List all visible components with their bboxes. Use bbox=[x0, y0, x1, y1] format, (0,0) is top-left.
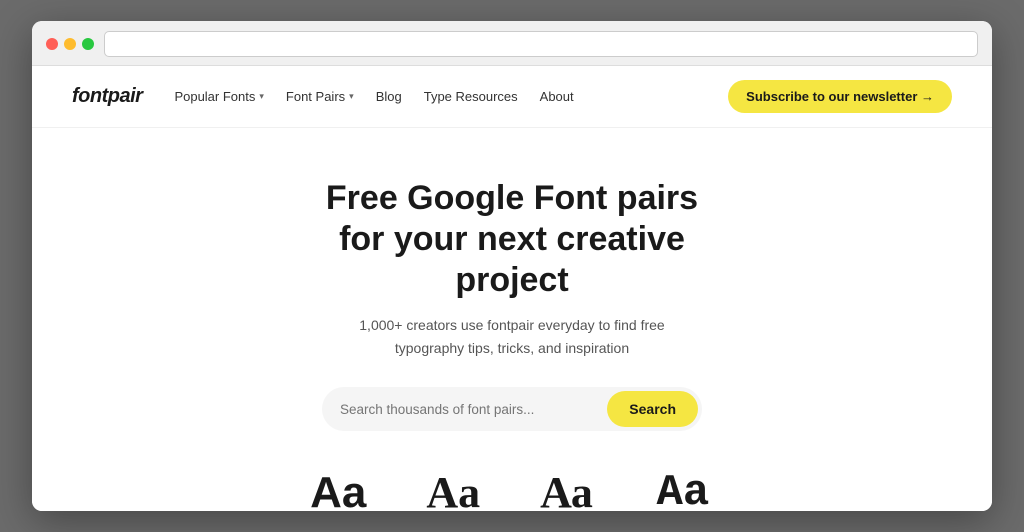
minimize-button[interactable] bbox=[64, 38, 76, 50]
subscribe-button[interactable]: Subscribe to our newsletter → bbox=[728, 80, 952, 113]
close-button[interactable] bbox=[46, 38, 58, 50]
monospace-preview: Aa bbox=[656, 471, 709, 511]
hero-subtitle: 1,000+ creators use fontpair everyday to… bbox=[352, 314, 672, 359]
site-logo[interactable]: fontpair bbox=[72, 85, 142, 108]
category-sans-serif[interactable]: Aa Sans-Serif bbox=[310, 471, 366, 511]
address-bar[interactable] bbox=[104, 31, 978, 57]
display-preview: Aa bbox=[540, 471, 592, 511]
font-categories: Aa Sans-Serif Aa Serif Aa Display Aa Mon… bbox=[290, 471, 734, 511]
nav-about[interactable]: About bbox=[540, 89, 574, 104]
search-container: Search bbox=[322, 387, 702, 431]
nav-blog[interactable]: Blog bbox=[376, 89, 402, 104]
serif-preview: Aa bbox=[426, 471, 480, 511]
hero-title: Free Google Font pairs for your next cre… bbox=[302, 178, 722, 300]
hero-section: Free Google Font pairs for your next cre… bbox=[32, 128, 992, 511]
browser-content: fontpair Popular Fonts ▾ Font Pairs ▾ Bl… bbox=[32, 66, 992, 511]
sans-serif-preview: Aa bbox=[310, 471, 366, 511]
search-input[interactable] bbox=[340, 394, 607, 425]
nav-popular-fonts[interactable]: Popular Fonts ▾ bbox=[174, 89, 263, 104]
nav-type-resources[interactable]: Type Resources bbox=[424, 89, 518, 104]
chevron-down-icon: ▾ bbox=[259, 91, 264, 102]
chevron-down-icon: ▾ bbox=[349, 91, 354, 102]
browser-chrome bbox=[32, 21, 992, 66]
category-display[interactable]: Aa Display bbox=[540, 471, 592, 511]
search-button[interactable]: Search bbox=[607, 391, 698, 427]
traffic-lights bbox=[46, 38, 94, 50]
navbar: fontpair Popular Fonts ▾ Font Pairs ▾ Bl… bbox=[32, 66, 992, 128]
maximize-button[interactable] bbox=[82, 38, 94, 50]
category-monospace[interactable]: Aa Monospace bbox=[652, 471, 714, 511]
nav-font-pairs[interactable]: Font Pairs ▾ bbox=[286, 89, 354, 104]
category-serif[interactable]: Aa Serif bbox=[426, 471, 480, 511]
browser-window: fontpair Popular Fonts ▾ Font Pairs ▾ Bl… bbox=[32, 21, 992, 511]
nav-links: Popular Fonts ▾ Font Pairs ▾ Blog Type R… bbox=[174, 89, 728, 104]
